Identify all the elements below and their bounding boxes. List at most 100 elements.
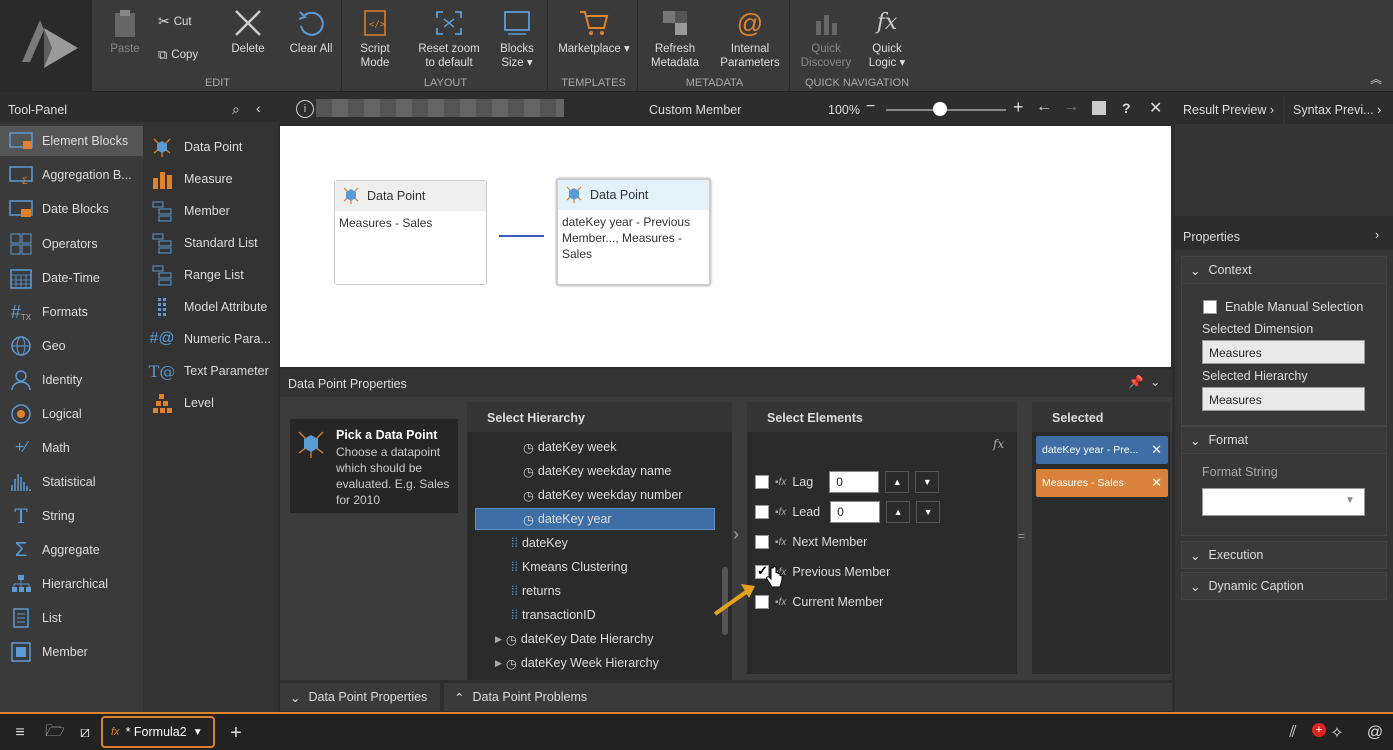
selected-chip-measures[interactable]: Measures - Sales ✕ <box>1036 469 1168 497</box>
internal-parameters-button[interactable]: @ Internal Parameters <box>716 4 784 70</box>
enable-manual-checkbox[interactable] <box>1203 300 1217 314</box>
block-standard-list[interactable]: Standard List <box>150 229 258 257</box>
data-point-block-2[interactable]: Data Point dateKey year - Previous Membe… <box>556 178 711 286</box>
blocks-size-button[interactable]: Blocks Size ▾ <box>492 4 542 70</box>
category-statistical[interactable]: Statistical <box>0 467 143 497</box>
paste-button[interactable]: Paste <box>104 4 146 56</box>
reset-zoom-button[interactable]: Reset zoom to default <box>414 4 484 70</box>
format-section-header[interactable]: ⌄ Format <box>1181 426 1387 454</box>
collapse-left-icon[interactable]: ‹ <box>256 100 261 116</box>
category-operators[interactable]: Operators <box>0 229 143 259</box>
quick-logic-button[interactable]: fx Quick Logic ▾ <box>862 4 912 70</box>
hierarchy-item[interactable]: ⁞⁞ returns <box>511 580 561 602</box>
selected-dimension-field[interactable]: Measures <box>1202 340 1365 364</box>
refresh-metadata-button[interactable]: Refresh Metadata <box>646 4 704 70</box>
pin-icon[interactable]: 📌 <box>1128 375 1144 390</box>
block-data-point[interactable]: Data Point <box>150 133 242 161</box>
presentation-icon[interactable]: ⧄ <box>74 722 96 744</box>
zoom-slider-thumb[interactable] <box>933 102 947 116</box>
chevron-right-icon[interactable]: › <box>1375 228 1379 242</box>
expand-arrow-icon[interactable]: ▶ <box>495 658 502 669</box>
add-tab-icon[interactable]: + <box>225 722 247 744</box>
category-list[interactable]: List <box>0 603 143 633</box>
zoom-out-icon[interactable]: − <box>866 98 875 116</box>
chevron-down-icon[interactable]: ▼ <box>193 727 203 738</box>
cut-button[interactable]: ✂ Cut <box>158 13 192 30</box>
close-icon[interactable]: ✕ <box>1149 98 1162 118</box>
save-icon[interactable] <box>1092 101 1106 115</box>
marketplace-button[interactable]: Marketplace ▾ <box>554 4 634 56</box>
block-member[interactable]: Member <box>150 197 230 225</box>
lag-checkbox[interactable] <box>755 475 769 489</box>
hierarchy-item[interactable]: ▶ ◷ dateKey Week Hierarchy <box>495 652 659 674</box>
tab-syntax-preview[interactable]: Syntax Previ... › <box>1285 96 1393 124</box>
category-date-time[interactable]: Date-Time <box>0 263 143 293</box>
search-icon[interactable]: ⌕ <box>232 101 240 118</box>
category-formats[interactable]: # TX Formats <box>0 297 143 327</box>
hierarchy-item[interactable]: ◷ dateKey weekday number <box>523 484 682 506</box>
quick-discovery-button[interactable]: Quick Discovery <box>796 4 856 70</box>
category-math[interactable]: +⁄ Math <box>0 433 143 463</box>
category-identity[interactable]: Identity <box>0 365 143 395</box>
decrement-down-icon[interactable]: ▼ <box>916 501 941 523</box>
lead-input[interactable]: 0 <box>830 501 881 523</box>
remove-x-icon[interactable]: ✕ <box>1151 475 1162 491</box>
remove-x-icon[interactable]: ✕ <box>1151 442 1162 458</box>
category-date-blocks[interactable]: Date Blocks <box>0 194 143 224</box>
dynamic-caption-section-header[interactable]: ⌄ Dynamic Caption <box>1181 572 1387 600</box>
help-icon[interactable]: ? <box>1122 100 1131 116</box>
lag-input[interactable]: 0 <box>829 471 880 493</box>
spiral-icon[interactable]: @ <box>1364 722 1386 744</box>
next-member-checkbox[interactable] <box>755 535 769 549</box>
category-logical[interactable]: Logical <box>0 399 143 429</box>
hierarchy-item[interactable]: ⁞⁞ Kmeans Clustering <box>511 556 628 578</box>
block-range-list[interactable]: Range List <box>150 261 244 289</box>
format-string-select[interactable]: ▼ <box>1202 488 1365 516</box>
formula-tab[interactable]: fx * Formula2 ▼ <box>101 716 215 748</box>
hierarchy-item[interactable]: ◷ dateKey week <box>523 436 616 458</box>
increment-up-icon[interactable]: ▲ <box>885 471 910 493</box>
notification-badge[interactable]: + <box>1312 723 1326 737</box>
tab-data-point-problems[interactable]: ⌃ Data Point Problems <box>444 683 1172 711</box>
hamburger-menu-icon[interactable]: ≡ <box>9 722 31 744</box>
hierarchy-item[interactable]: ▶ ◷ dateKey Date Hierarchy <box>495 628 654 650</box>
context-section-header[interactable]: ⌄ Context <box>1181 256 1387 284</box>
brush-icon[interactable]: ⫽ <box>1282 722 1304 744</box>
chevron-down-icon[interactable]: ⌄ <box>1150 374 1160 389</box>
forward-arrow-icon[interactable]: → <box>1063 98 1079 116</box>
pin-icon[interactable]: ✧ <box>1326 722 1348 744</box>
info-icon[interactable]: i <box>296 100 314 118</box>
lead-checkbox[interactable] <box>755 505 769 519</box>
hierarchy-item-selected[interactable]: ◷ dateKey year <box>475 508 715 530</box>
selected-hierarchy-field[interactable]: Measures <box>1202 387 1365 411</box>
category-aggregation-blocks[interactable]: Σ Aggregation B... <box>0 160 143 190</box>
open-folder-icon[interactable]: 🗁 <box>44 722 66 744</box>
formula-canvas[interactable]: Data Point Measures - Sales Data Point d… <box>280 126 1171 367</box>
data-point-block-1[interactable]: Data Point Measures - Sales <box>334 180 487 285</box>
collapse-ribbon-icon[interactable]: ︽ <box>1370 70 1382 87</box>
chevron-right-icon[interactable]: › <box>733 524 739 545</box>
category-string[interactable]: T String <box>0 501 143 531</box>
script-mode-button[interactable]: </> Script Mode <box>350 4 400 70</box>
block-model-attribute[interactable]: Model Attribute <box>150 293 267 321</box>
clear-all-button[interactable]: Clear All <box>286 4 336 56</box>
category-geo[interactable]: Geo <box>0 331 143 361</box>
zoom-in-icon[interactable]: + <box>1013 97 1024 118</box>
decrement-down-icon[interactable]: ▼ <box>915 471 940 493</box>
fx-icon[interactable]: fx <box>993 437 1004 451</box>
expand-arrow-icon[interactable]: ▶ <box>495 634 502 645</box>
tab-data-point-properties[interactable]: ⌄ Data Point Properties <box>280 683 440 711</box>
tab-result-preview[interactable]: Result Preview › <box>1175 96 1283 124</box>
category-hierarchical[interactable]: Hierarchical <box>0 569 143 599</box>
increment-up-icon[interactable]: ▲ <box>886 501 911 523</box>
block-level[interactable]: Level <box>150 389 214 417</box>
hierarchy-item[interactable]: ◷ dateKey weekday name <box>523 460 671 482</box>
block-measure[interactable]: Measure <box>150 165 233 193</box>
copy-button[interactable]: ⧉ Copy <box>158 47 198 63</box>
selected-chip-datekey[interactable]: dateKey year - Pre... ✕ <box>1036 436 1168 464</box>
block-numeric-parameter[interactable]: #@ Numeric Para... <box>149 325 270 353</box>
hierarchy-item[interactable]: ⁞⁞ dateKey <box>511 532 568 554</box>
category-member[interactable]: Member <box>0 637 143 667</box>
category-aggregate[interactable]: Σ Aggregate <box>0 535 143 565</box>
delete-button[interactable]: Delete <box>224 4 272 56</box>
